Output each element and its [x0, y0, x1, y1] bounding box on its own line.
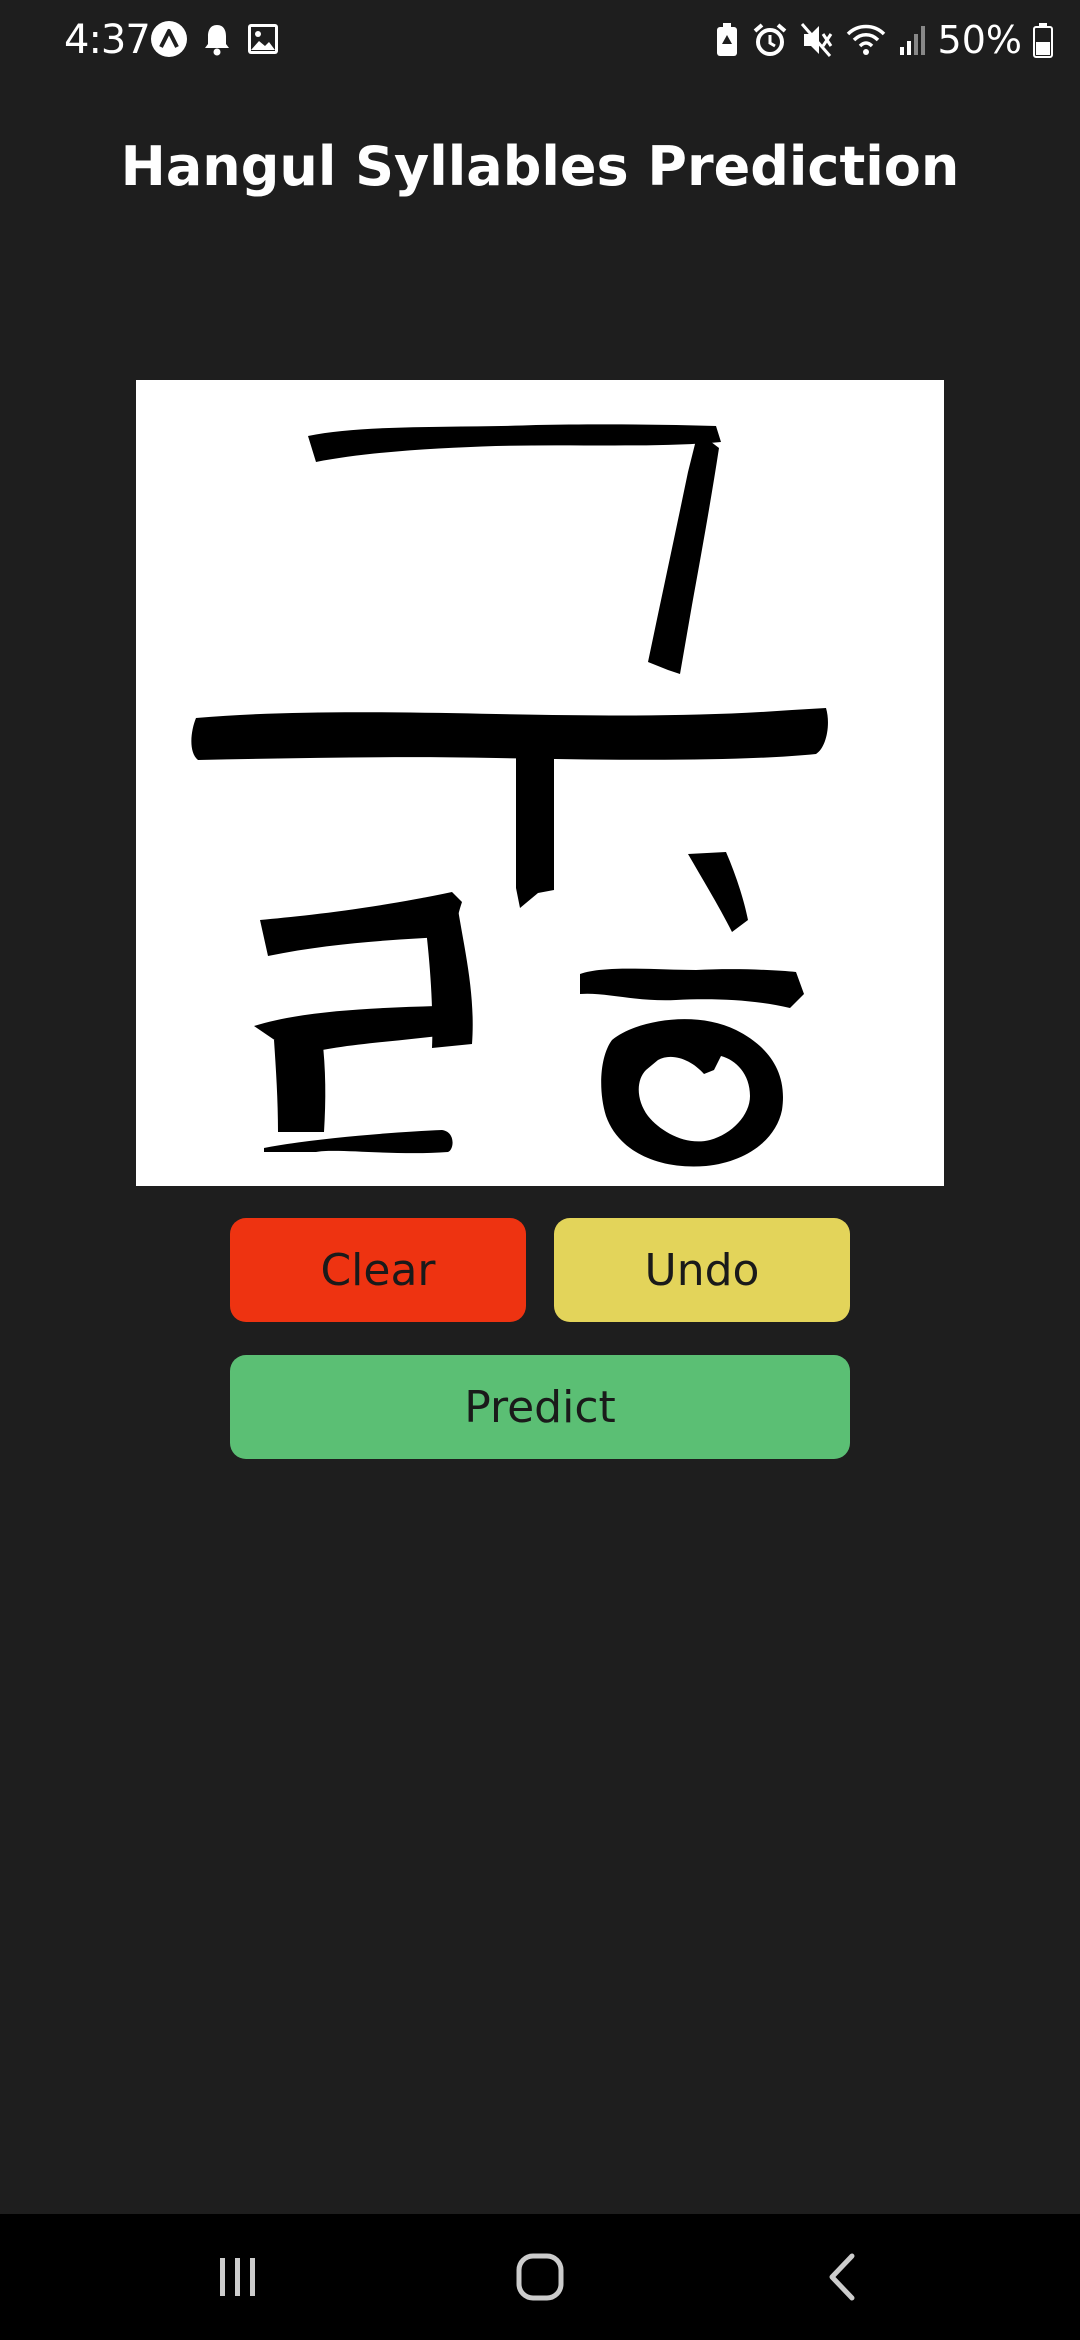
- gallery-image-icon: [246, 22, 280, 56]
- handwriting-strokes: [191, 424, 828, 1167]
- navigation-bar: [0, 2214, 1080, 2340]
- mute-icon: [800, 22, 834, 58]
- battery-icon: [1032, 22, 1054, 58]
- battery-saver-icon: [714, 22, 740, 58]
- status-time: 4:37: [64, 17, 151, 63]
- wifi-icon: [846, 22, 886, 58]
- signal-icon: [898, 23, 928, 57]
- status-bar: 4:37 50%: [0, 0, 1080, 80]
- notification-bell-icon: [202, 22, 232, 56]
- undo-button[interactable]: Undo: [554, 1218, 850, 1322]
- status-right: 50%: [714, 14, 1054, 66]
- app-a-icon: [150, 20, 188, 58]
- home-icon[interactable]: [500, 2244, 580, 2310]
- battery-percentage: 50%: [937, 18, 1022, 62]
- page-title: Hangul Syllables Prediction: [120, 135, 960, 198]
- status-left-icons: [150, 20, 280, 58]
- alarm-icon: [752, 22, 788, 58]
- drawing-canvas[interactable]: [136, 380, 944, 1186]
- back-icon[interactable]: [802, 2244, 882, 2310]
- recent-apps-icon[interactable]: [198, 2244, 278, 2310]
- predict-button[interactable]: Predict: [230, 1355, 850, 1459]
- clear-button[interactable]: Clear: [230, 1218, 526, 1322]
